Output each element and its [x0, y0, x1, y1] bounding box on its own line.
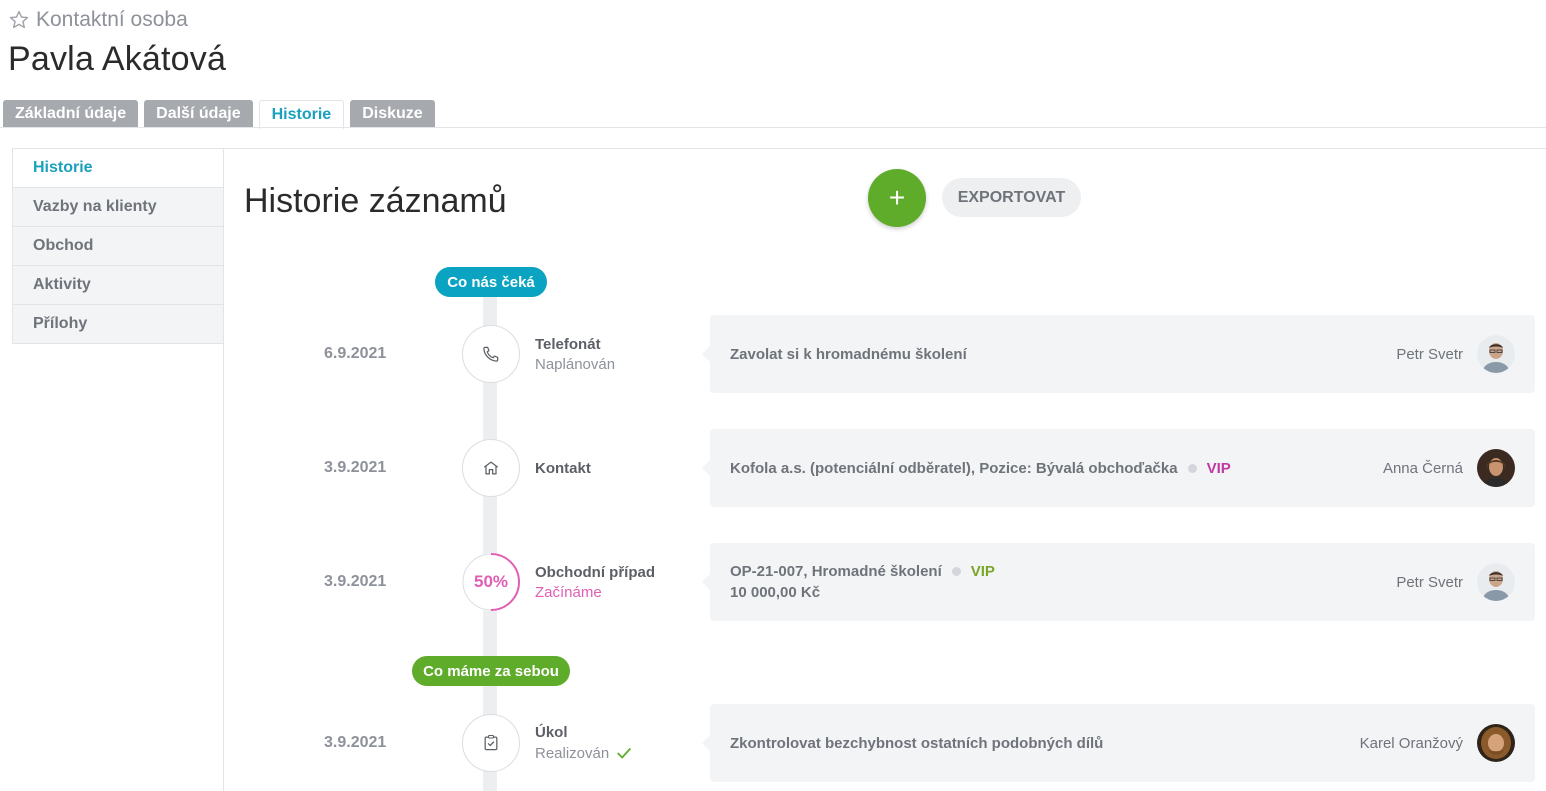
record-description-text: OP-21-007, Hromadné školení	[730, 563, 942, 580]
avatar[interactable]	[1477, 724, 1515, 762]
row-status: Naplánován	[535, 355, 616, 373]
row-type-label: Kontakt	[535, 459, 591, 477]
page-title: Pavla Akátová	[8, 40, 227, 78]
separator-dot	[1187, 463, 1197, 473]
avatar[interactable]	[1477, 335, 1515, 373]
row-status: Začínáme	[535, 583, 602, 601]
record-amount: 10 000,00 Kč	[730, 584, 821, 601]
avatar[interactable]	[1477, 563, 1515, 601]
tab-discussion[interactable]: Diskuze	[350, 100, 435, 128]
record-card[interactable]: Zavolat si k hromadnému školení Petr Sve…	[702, 315, 1535, 393]
sidebar-item-business[interactable]: Obchod	[13, 226, 223, 265]
vip-tag: VIP	[1206, 459, 1231, 477]
sidebar-item-activities[interactable]: Aktivity	[13, 265, 223, 304]
row-date: 3.9.2021	[324, 459, 387, 476]
record-description: Zkontrolovat bezchybnost ostatních podob…	[730, 734, 1104, 752]
timeline-row: 3.9.2021 50% Obchodní případ Začínáme OP…	[0, 542, 1546, 622]
row-date: 3.9.2021	[324, 573, 387, 590]
progress-label: 50%	[473, 572, 509, 591]
record-owner[interactable]: Anna Černá	[1383, 460, 1463, 477]
record-card[interactable]: Zkontrolovat bezchybnost ostatních podob…	[702, 704, 1535, 782]
avatar[interactable]	[1477, 449, 1515, 487]
tab-basic-info[interactable]: Základní údaje	[3, 100, 139, 128]
record-owner[interactable]: Petr Svetr	[1396, 574, 1463, 591]
record-owner[interactable]: Karel Oranžový	[1360, 735, 1463, 752]
row-type-label: Obchodní případ	[535, 563, 655, 581]
sidebar-item-history[interactable]: Historie	[13, 149, 223, 187]
add-record-button[interactable]: +	[868, 169, 926, 227]
timeline-row: 3.9.2021 Kontakt Kofola a.s. (potenciáln…	[0, 428, 1546, 508]
tab-history[interactable]: Historie	[258, 100, 345, 129]
record-description: Zavolat si k hromadnému školení	[730, 345, 967, 363]
timeline-row: 6.9.2021 Telefonát Naplánován Zavolat si…	[0, 314, 1546, 394]
home-icon	[462, 439, 520, 497]
row-type-label: Úkol	[535, 724, 568, 741]
row-date: 6.9.2021	[324, 345, 387, 362]
section-title: Historie záznamů	[244, 182, 507, 220]
separator-dot	[951, 567, 961, 576]
tabs-divider	[0, 127, 1546, 128]
record-description: OP-21-007, Hromadné školení VIP 10 000,0…	[730, 563, 1396, 601]
row-type: Obchodní případ Začínáme	[535, 542, 655, 622]
progress-ring: 50%	[462, 553, 520, 611]
row-type: Úkol Realizován	[535, 703, 633, 783]
row-type: Kontakt	[535, 428, 591, 508]
row-status: Realizován	[535, 744, 633, 762]
vip-tag: VIP	[970, 563, 995, 580]
star-icon[interactable]	[8, 9, 30, 31]
export-button[interactable]: EXPORTOVAT	[942, 178, 1081, 217]
timeline-row: 3.9.2021 Úkol Realizován Zkontrolovat be…	[0, 703, 1546, 783]
record-type-label: Kontaktní osoba	[36, 8, 188, 31]
record-card[interactable]: OP-21-007, Hromadné školení VIP 10 000,0…	[702, 543, 1535, 621]
record-description-text: Kofola a.s. (potenciální odběratel), Poz…	[730, 459, 1178, 477]
record-type: Kontaktní osoba	[8, 8, 188, 32]
tab-more-info[interactable]: Další údaje	[144, 100, 253, 128]
task-icon	[462, 714, 520, 772]
record-card[interactable]: Kofola a.s. (potenciální odběratel), Poz…	[702, 429, 1535, 507]
row-status-text: Realizován	[535, 744, 610, 762]
past-badge: Co máme za sebou	[412, 656, 570, 686]
row-type: Telefonát Naplánován	[535, 314, 615, 394]
sidebar-item-client-links[interactable]: Vazby na klienty	[13, 187, 223, 226]
record-owner[interactable]: Petr Svetr	[1396, 346, 1463, 363]
record-description: Kofola a.s. (potenciální odběratel), Poz…	[730, 460, 1383, 477]
content-top-border	[223, 148, 1546, 149]
tab-bar: Základní údaje Další údaje Historie Disk…	[3, 100, 435, 129]
row-date: 3.9.2021	[324, 734, 387, 751]
row-type-label: Telefonát	[535, 335, 601, 353]
check-icon	[617, 747, 632, 759]
upcoming-badge: Co nás čeká	[435, 267, 547, 297]
phone-icon	[462, 325, 520, 383]
